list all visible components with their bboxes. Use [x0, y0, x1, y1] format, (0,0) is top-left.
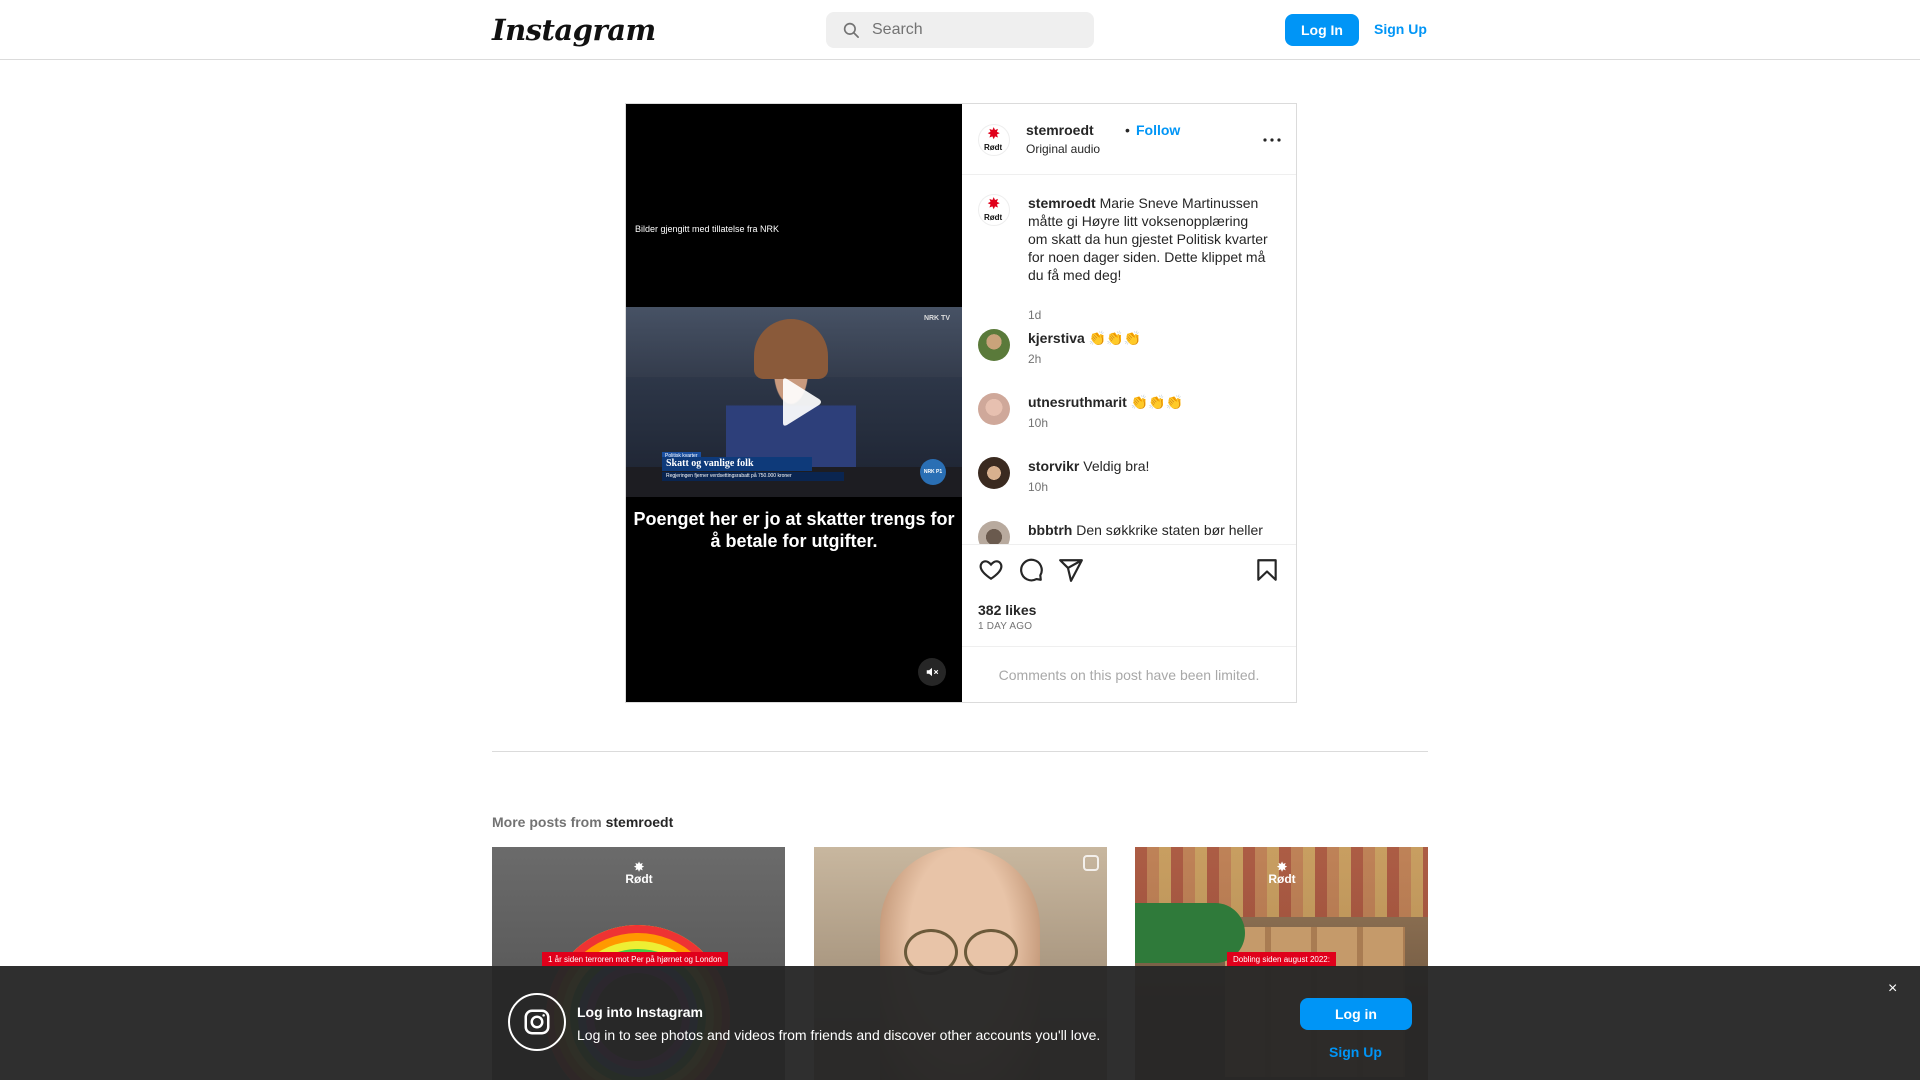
instagram-logo[interactable]: Instagram — [492, 13, 656, 47]
thumbnail-banner: Dobling siden august 2022: — [1227, 952, 1336, 967]
banner-text: Log in to see photos and videos from fri… — [577, 1027, 1101, 1043]
mute-button[interactable] — [918, 658, 946, 686]
login-prompt-banner: Log into Instagram Log in to see photos … — [0, 966, 1920, 1080]
top-navigation: Instagram Log In Sign Up — [0, 0, 1920, 60]
more-posts-username[interactable]: stemroedt — [606, 814, 674, 830]
comment-body: stemroedt Marie Sneve Martinussen måtte … — [1028, 194, 1268, 284]
lower-third-title: Skatt og vanlige folk — [662, 457, 812, 471]
post-header: ✸ Rødt stemroedt • Follow Original audio — [962, 104, 1296, 175]
comment-body: utnesruthmarit 👏👏👏 — [1028, 393, 1268, 411]
instagram-icon — [508, 993, 566, 1051]
likes-count[interactable]: 382 likes — [978, 602, 1036, 618]
thumbnail-logo-word: Rødt — [625, 872, 653, 886]
more-posts-heading: More posts from stemroedt — [492, 814, 673, 830]
comment-avatar[interactable]: ✸ Rødt — [978, 194, 1010, 226]
comment-body: bbbtrh Den søkkrike staten bør heller — [1028, 521, 1268, 539]
section-divider — [492, 751, 1428, 752]
comment-text: 👏👏👏 — [1130, 394, 1183, 410]
channel-badge: NRK P1 — [920, 459, 946, 485]
comment-body: kjerstiva 👏👏👏 — [1028, 329, 1268, 347]
comment-text: 👏👏👏 — [1088, 330, 1142, 346]
comment-avatar[interactable] — [978, 521, 1010, 544]
comment-time[interactable]: 10h — [1028, 480, 1048, 494]
comment-time[interactable]: 2h — [1028, 352, 1041, 366]
search-input[interactable] — [872, 21, 1072, 39]
login-button[interactable]: Log In — [1285, 14, 1359, 46]
author-avatar[interactable]: ✸ Rødt — [978, 124, 1010, 156]
heart-icon[interactable] — [978, 557, 1004, 583]
lower-third-subtitle: Regjeringen fjerner verdsettingsrabatt p… — [662, 472, 844, 481]
thumbnail-logo: ✸ Rødt — [625, 860, 653, 886]
search-box[interactable] — [826, 12, 1094, 48]
channel-tag: NRK TV — [923, 315, 950, 322]
follow-button[interactable]: Follow — [1136, 122, 1180, 138]
bookmark-icon[interactable] — [1254, 557, 1280, 583]
play-icon[interactable] — [761, 367, 831, 437]
thumbnail-banner: 1 år siden terroren mot Per på hjørnet o… — [542, 952, 728, 967]
comment-avatar[interactable] — [978, 329, 1010, 361]
post-actions: 382 likes 1 DAY AGO — [962, 544, 1296, 644]
close-icon[interactable]: × — [1888, 980, 1897, 998]
comment-body: storvikr Veldig bra! — [1028, 457, 1268, 475]
comment-username[interactable]: storvikr — [1028, 458, 1079, 474]
comment-text: Veldig bra! — [1083, 458, 1150, 474]
audio-link[interactable]: Original audio — [1026, 142, 1100, 156]
avatar-logo-word: Rødt — [984, 143, 1003, 152]
banner-title: Log into Instagram — [577, 1004, 703, 1020]
more-icon[interactable] — [1262, 130, 1282, 150]
video-caption: Poenget her er jo at skatter trengs for … — [633, 509, 955, 551]
avatar-logo-word: Rødt — [984, 213, 1003, 222]
mute-icon — [926, 667, 939, 677]
share-icon[interactable] — [1058, 557, 1084, 583]
comment-username[interactable]: bbbtrh — [1028, 522, 1072, 538]
comment-avatar[interactable] — [978, 457, 1010, 489]
star-icon: ✸ — [987, 126, 1001, 143]
video-credit-text: Bilder gjengitt med tillatelse fra NRK — [635, 224, 780, 234]
post-timestamp[interactable]: 1 DAY AGO — [978, 621, 1032, 632]
comment-text: Den søkkrike staten bør heller — [1076, 522, 1263, 538]
thumbnail-logo-word: Rødt — [1268, 872, 1296, 886]
thumbnail-logo: ✸ Rødt — [1268, 860, 1296, 886]
post-sidebar: ✸ Rødt stemroedt • Follow Original audio… — [962, 104, 1296, 702]
reel-icon — [1083, 855, 1099, 871]
comments-list[interactable]: ✸ Rødt stemroedt Marie Sneve Martinussen… — [962, 176, 1296, 544]
post-card: Bilder gjengitt med tillatelse fra NRK N… — [625, 103, 1297, 703]
comment-username[interactable]: kjerstiva — [1028, 330, 1085, 346]
comments-limited-notice: Comments on this post have been limited. — [962, 646, 1296, 702]
comment-username[interactable]: stemroedt — [1028, 195, 1096, 211]
post-video[interactable]: Bilder gjengitt med tillatelse fra NRK N… — [626, 104, 962, 702]
search-icon — [843, 22, 859, 38]
comment-time[interactable]: 10h — [1028, 416, 1048, 430]
signup-link[interactable]: Sign Up — [1374, 21, 1427, 37]
banner-login-button[interactable]: Log in — [1300, 998, 1412, 1030]
comment-time[interactable]: 1d — [1028, 308, 1041, 322]
comment-avatar[interactable] — [978, 393, 1010, 425]
banner-signup-link[interactable]: Sign Up — [1329, 1044, 1382, 1060]
comment-username[interactable]: utnesruthmarit — [1028, 394, 1127, 410]
author-username[interactable]: stemroedt — [1026, 122, 1094, 138]
star-icon: ✸ — [987, 196, 1001, 213]
separator-dot: • — [1125, 122, 1130, 138]
comment-icon[interactable] — [1018, 557, 1044, 583]
more-posts-prefix: More posts from — [492, 814, 602, 830]
